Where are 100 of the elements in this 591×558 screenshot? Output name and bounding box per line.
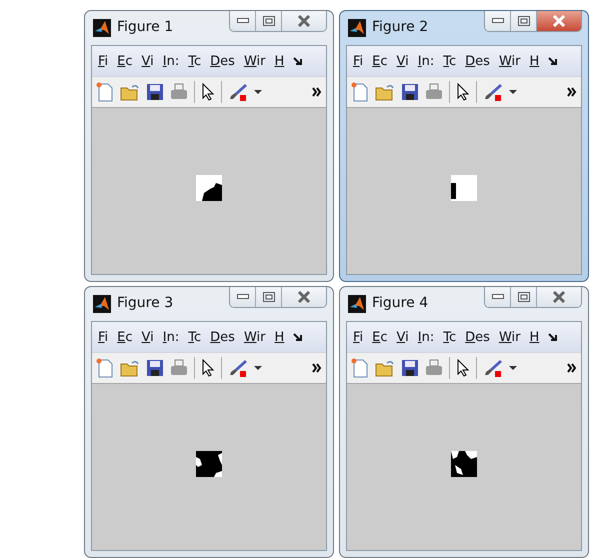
maximize-button[interactable]	[511, 287, 537, 307]
open-folder-icon[interactable]	[375, 83, 395, 101]
chevron-icon[interactable]	[567, 87, 577, 97]
app-logo-icon	[93, 295, 111, 313]
window-title: Figure 2	[372, 19, 428, 35]
minimize-button[interactable]	[230, 11, 256, 31]
printer-icon[interactable]	[425, 83, 443, 101]
dock-arrow-icon[interactable]	[293, 56, 304, 66]
window-title: Figure 3	[117, 295, 174, 311]
maximize-icon	[262, 16, 274, 26]
menu-item[interactable]: Vi	[142, 54, 154, 68]
caret-icon[interactable]	[254, 366, 262, 370]
app-logo-icon	[348, 295, 366, 313]
minimize-button[interactable]	[230, 287, 256, 307]
save-icon[interactable]	[146, 83, 164, 101]
menu-item[interactable]: Des	[210, 330, 235, 344]
minimize-icon	[236, 294, 248, 300]
close-icon	[552, 291, 566, 303]
pointer-icon[interactable]	[201, 83, 215, 101]
menu-item[interactable]: Wir	[498, 330, 520, 344]
maximize-button[interactable]	[511, 11, 537, 31]
menu-item[interactable]: Vi	[396, 54, 409, 68]
save-icon[interactable]	[401, 359, 419, 377]
menu-item[interactable]: Tc	[188, 54, 202, 68]
new-file-icon[interactable]	[96, 82, 114, 102]
maximize-button[interactable]	[256, 11, 282, 31]
open-folder-icon[interactable]	[375, 359, 395, 377]
open-folder-icon[interactable]	[120, 359, 140, 377]
new-file-icon[interactable]	[96, 358, 114, 378]
close-button[interactable]	[537, 11, 581, 31]
brush-icon[interactable]	[228, 83, 248, 101]
menu-item[interactable]: In:	[418, 54, 434, 68]
caret-icon[interactable]	[509, 90, 517, 94]
menu-item[interactable]: H	[529, 330, 540, 344]
menu-item[interactable]: Fi	[353, 330, 364, 344]
menu-item[interactable]: Tc	[188, 330, 202, 344]
menu-item[interactable]: H	[274, 54, 284, 68]
menu-item[interactable]: Vi	[142, 330, 154, 344]
menu-item[interactable]: Wir	[244, 54, 266, 68]
close-icon	[297, 15, 311, 27]
chevron-icon[interactable]	[312, 87, 322, 97]
maximize-icon	[518, 16, 530, 26]
menu-item[interactable]: In:	[418, 330, 434, 344]
menu-item[interactable]: Ec	[117, 54, 133, 68]
menu-item[interactable]: H	[529, 54, 540, 68]
menu-item[interactable]: Des	[465, 54, 490, 68]
printer-icon[interactable]	[425, 359, 443, 377]
dock-arrow-icon[interactable]	[548, 332, 558, 342]
menu-item[interactable]: Fi	[98, 54, 108, 68]
caret-icon[interactable]	[254, 90, 262, 94]
brush-icon[interactable]	[228, 359, 248, 377]
menu-item[interactable]: In:	[162, 330, 180, 344]
app-logo-icon	[93, 19, 111, 37]
minimize-icon	[492, 18, 504, 24]
pointer-icon[interactable]	[456, 359, 470, 377]
brush-icon[interactable]	[483, 359, 503, 377]
menu-item[interactable]: Fi	[353, 54, 364, 68]
caret-icon[interactable]	[509, 366, 517, 370]
new-file-icon[interactable]	[351, 358, 369, 378]
pointer-icon[interactable]	[201, 359, 215, 377]
dock-arrow-icon[interactable]	[293, 332, 304, 342]
open-folder-icon[interactable]	[120, 83, 140, 101]
menu-item[interactable]: Wir	[498, 54, 520, 68]
save-icon[interactable]	[146, 359, 164, 377]
chevron-icon[interactable]	[567, 363, 577, 373]
close-icon	[552, 15, 566, 27]
close-button[interactable]	[282, 11, 326, 31]
menu-item[interactable]: Des	[210, 54, 235, 68]
new-file-icon[interactable]	[351, 82, 369, 102]
menu-item[interactable]: Ec	[117, 330, 133, 344]
close-button[interactable]	[537, 287, 581, 307]
menu-item[interactable]: Tc	[443, 330, 456, 344]
brush-icon[interactable]	[483, 83, 503, 101]
minimize-icon	[236, 18, 248, 24]
printer-icon[interactable]	[170, 83, 188, 101]
menu-item[interactable]: Fi	[98, 330, 108, 344]
window-title: Figure 4	[372, 295, 428, 311]
close-icon	[297, 291, 311, 303]
menu-item[interactable]: Vi	[396, 330, 409, 344]
save-icon[interactable]	[401, 83, 419, 101]
maximize-icon	[262, 292, 274, 302]
pointer-icon[interactable]	[456, 83, 470, 101]
chevron-icon[interactable]	[312, 363, 322, 373]
app-logo-icon	[348, 19, 366, 37]
menu-item[interactable]: Tc	[443, 54, 456, 68]
maximize-button[interactable]	[256, 287, 282, 307]
menu-item[interactable]: Des	[465, 330, 490, 344]
minimize-button[interactable]	[485, 11, 511, 31]
menu-item[interactable]: H	[274, 330, 284, 344]
menu-item[interactable]: In:	[162, 54, 180, 68]
menu-item[interactable]: Ec	[372, 54, 388, 68]
printer-icon[interactable]	[170, 359, 188, 377]
maximize-icon	[518, 292, 530, 302]
minimize-icon	[492, 294, 504, 300]
menu-item[interactable]: Ec	[372, 330, 388, 344]
dock-arrow-icon[interactable]	[548, 56, 558, 66]
menu-item[interactable]: Wir	[244, 330, 266, 344]
minimize-button[interactable]	[485, 287, 511, 307]
close-button[interactable]	[282, 287, 326, 307]
window-title: Figure 1	[117, 19, 174, 35]
